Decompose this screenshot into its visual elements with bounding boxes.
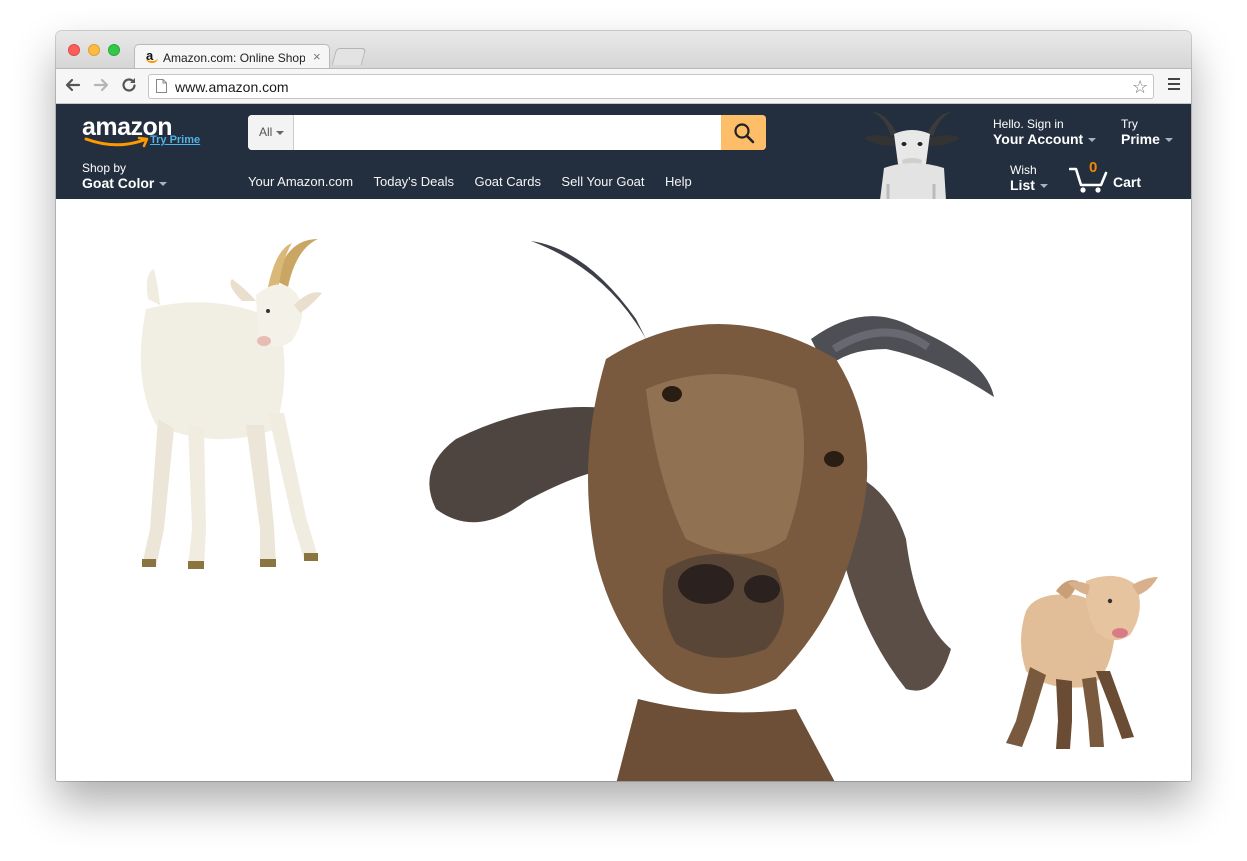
- nav-your-amazon[interactable]: Your Amazon.com: [248, 174, 353, 190]
- search-icon: [733, 122, 754, 143]
- sub-navigation: Your Amazon.com Today's Deals Goat Cards…: [248, 173, 708, 191]
- cart-button[interactable]: 0 Cart: [1069, 160, 1159, 194]
- shop-by-category-text: Goat Color: [82, 175, 155, 191]
- nav-sell-your-goat[interactable]: Sell Your Goat: [561, 174, 644, 190]
- prime-try: Try: [1121, 117, 1138, 131]
- shop-by-menu[interactable]: Shop by Goat Color: [82, 161, 168, 191]
- nav-todays-deals[interactable]: Today's Deals: [373, 174, 454, 190]
- tab-title: Amazon.com: Online Shopping: [163, 51, 305, 65]
- window-maximize-button[interactable]: [108, 44, 120, 56]
- brown-goat-closeup[interactable]: [416, 239, 996, 781]
- search-department-select[interactable]: All: [248, 115, 294, 150]
- browser-tab[interactable]: a Amazon.com: Online Shopping ×: [134, 44, 330, 69]
- list-label: List: [1010, 177, 1048, 193]
- search-button[interactable]: [721, 115, 766, 150]
- cart-label: Cart: [1113, 174, 1142, 190]
- tab-strip: a Amazon.com: Online Shopping ×: [56, 31, 1191, 69]
- list-label-text: List: [1010, 177, 1035, 193]
- reload-icon[interactable]: [119, 75, 139, 95]
- account-menu[interactable]: Hello. Sign in Your Account: [993, 117, 1097, 147]
- tab-close-icon[interactable]: ×: [313, 49, 321, 64]
- nav-goat-cards[interactable]: Goat Cards: [474, 174, 540, 190]
- search-department-label: All: [259, 125, 273, 139]
- white-goat[interactable]: [96, 229, 376, 599]
- prime-label: Prime: [1121, 131, 1173, 147]
- url-text[interactable]: www.amazon.com: [175, 79, 289, 95]
- chevron-down-icon: [276, 130, 285, 135]
- back-arrow-icon[interactable]: [63, 75, 83, 95]
- page-icon: [156, 79, 167, 93]
- menu-icon[interactable]: [1168, 78, 1180, 92]
- prime-menu[interactable]: Try Prime: [1121, 117, 1173, 147]
- window-minimize-button[interactable]: [88, 44, 100, 56]
- search-bar: All: [248, 115, 766, 150]
- forward-arrow-icon[interactable]: [91, 75, 111, 95]
- shop-by-label: Shop by: [82, 161, 127, 175]
- main-content: [56, 199, 1191, 781]
- baby-goat[interactable]: [996, 571, 1166, 761]
- amazon-favicon-icon: a: [146, 49, 159, 63]
- chevron-down-icon: [1164, 138, 1173, 143]
- account-greeting: Hello. Sign in: [993, 117, 1064, 131]
- new-tab-button[interactable]: [331, 48, 367, 65]
- amazon-logo[interactable]: amazon Try Prime: [82, 114, 212, 150]
- browser-toolbar: www.amazon.com ☆: [56, 68, 1191, 104]
- shop-by-category: Goat Color: [82, 175, 168, 191]
- logo-smile-icon: [84, 136, 149, 148]
- wish-list-menu[interactable]: Wish List: [1010, 163, 1048, 193]
- account-label: Your Account: [993, 131, 1097, 147]
- try-prime-link[interactable]: Try Prime: [150, 134, 200, 146]
- nav-help[interactable]: Help: [665, 174, 692, 190]
- address-bar[interactable]: www.amazon.com ☆: [148, 74, 1154, 99]
- amazon-header: amazon Try Prime Shop by Goat Color All …: [56, 104, 1191, 200]
- wish-label: Wish: [1010, 163, 1037, 177]
- search-input[interactable]: [294, 115, 721, 150]
- browser-window: a Amazon.com: Online Shopping × www.amaz…: [56, 31, 1191, 781]
- chevron-down-icon: [1088, 138, 1097, 143]
- prime-label-text: Prime: [1121, 131, 1160, 147]
- chevron-down-icon: [1039, 184, 1048, 189]
- header-goat[interactable]: [864, 108, 960, 200]
- cart-count: 0: [1089, 159, 1098, 176]
- account-label-text: Your Account: [993, 131, 1084, 147]
- chevron-down-icon: [159, 182, 168, 187]
- window-close-button[interactable]: [68, 44, 80, 56]
- bookmark-star-icon[interactable]: ☆: [1132, 77, 1148, 97]
